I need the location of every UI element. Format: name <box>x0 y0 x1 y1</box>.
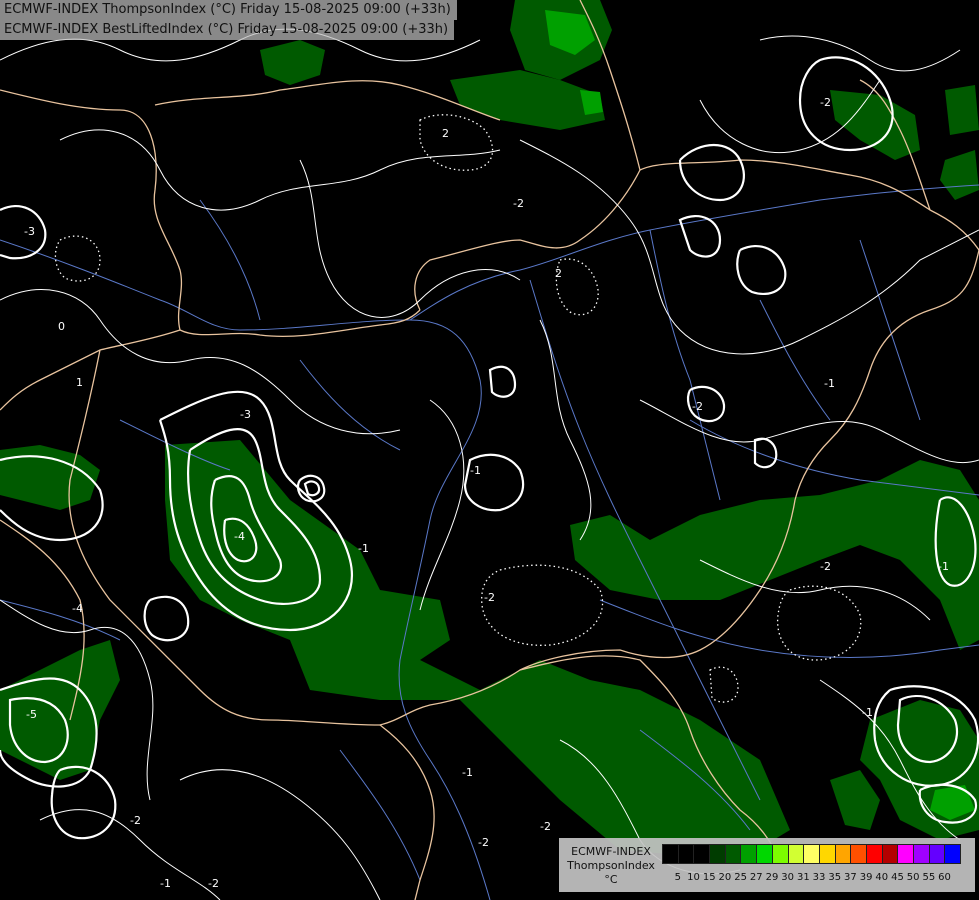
contour-label: -1 <box>938 560 949 573</box>
legend-swatch <box>803 844 820 864</box>
contour-label: -4 <box>72 602 83 615</box>
legend-tick-label: 10 <box>687 872 700 883</box>
contour-label: -1 <box>462 766 473 779</box>
legend-tick-label: 35 <box>828 872 842 883</box>
contour-label: 2 <box>555 267 562 280</box>
legend-title-unit: °C <box>604 873 618 886</box>
map-title-best-lifted-index: ECMWF-INDEX BestLiftedIndex (°C) Friday … <box>0 20 455 40</box>
legend-tick-label: 50 <box>906 872 920 883</box>
legend-ticks: 5 10 15 20 25 27 29 30 31 33 35 37 39 40 45 50 55 60 <box>662 872 952 883</box>
legend-tick-label: 33 <box>812 872 826 883</box>
legend-swatch <box>756 844 773 864</box>
contour-label: -2 <box>208 877 219 890</box>
legend-tick-label: 55 <box>922 872 936 883</box>
legend-swatch <box>881 844 899 864</box>
color-legend: ECMWF-INDEX ThompsonIndex °C 5 10 15 20 25 27… <box>559 838 975 892</box>
legend-swatch <box>677 844 695 864</box>
legend-tick-label: 20 <box>718 872 732 883</box>
legend-swatch <box>897 844 914 864</box>
legend-swatch <box>928 844 946 864</box>
contour-label: -2 <box>540 820 551 833</box>
legend-swatch <box>724 844 742 864</box>
legend-title-model: ECMWF-INDEX <box>571 845 651 858</box>
contour-label: -2 <box>484 591 495 604</box>
legend-swatch <box>818 844 836 864</box>
legend-tick-label: 5 <box>674 872 682 883</box>
legend-swatch <box>913 844 930 864</box>
legend-swatch <box>662 844 679 864</box>
map-title-thompson-index: ECMWF-INDEX ThompsonIndex (°C) Friday 15… <box>0 0 457 20</box>
legend-tick-label: 45 <box>891 872 904 883</box>
contour-label: -1 <box>358 542 369 555</box>
legend-color-bar <box>662 844 962 864</box>
legend-swatch <box>693 844 711 864</box>
contour-label: -3 <box>240 408 251 421</box>
contour-label: -2 <box>820 96 831 109</box>
legend-swatch <box>850 844 867 864</box>
weather-map[interactable]: 2 -2 2 -2 -3 -1 -1 0 -3 -4 -4 -5 -2 -1 -… <box>0 0 979 900</box>
legend-tick-label: 60 <box>938 872 951 883</box>
legend-tick-label: 30 <box>781 872 795 883</box>
contour-label: -2 <box>130 814 141 827</box>
legend-tick-label: 15 <box>702 872 716 883</box>
contour-label: -2 <box>820 560 831 573</box>
legend-tick-label: 37 <box>844 872 857 883</box>
contour-label: -5 <box>26 708 37 721</box>
contour-label: -1 <box>470 464 481 477</box>
contour-label: -2 <box>513 197 524 210</box>
contour-label: 2 <box>442 127 449 140</box>
legend-swatch <box>944 844 962 864</box>
legend-swatch <box>834 844 852 864</box>
contour-label: -1 <box>824 377 835 390</box>
legend-swatch <box>787 844 805 864</box>
legend-tick-label: 27 <box>749 872 763 883</box>
contour-label: -3 <box>24 225 35 238</box>
legend-tick-label: 39 <box>859 872 873 883</box>
contour-label: -2 <box>478 836 489 849</box>
legend-swatch <box>740 844 758 864</box>
contour-label: -1 <box>160 877 171 890</box>
contour-label: -1 <box>862 706 873 719</box>
legend-swatch <box>709 844 726 864</box>
contour-label: -2 <box>692 400 703 413</box>
legend-tick-label: 31 <box>796 872 810 883</box>
legend-tick-label: 29 <box>765 872 779 883</box>
legend-tick-label: 25 <box>734 872 747 883</box>
legend-title: ECMWF-INDEX ThompsonIndex °C <box>563 845 659 887</box>
legend-swatch <box>771 844 789 864</box>
legend-tick-label: 40 <box>875 872 889 883</box>
legend-tick-spacer <box>662 872 670 883</box>
contour-label: 0 <box>58 320 65 333</box>
contour-label: -4 <box>234 530 245 543</box>
contour-label: 1 <box>76 376 83 389</box>
legend-swatch <box>865 844 883 864</box>
legend-title-parameter: ThompsonIndex <box>567 859 655 872</box>
